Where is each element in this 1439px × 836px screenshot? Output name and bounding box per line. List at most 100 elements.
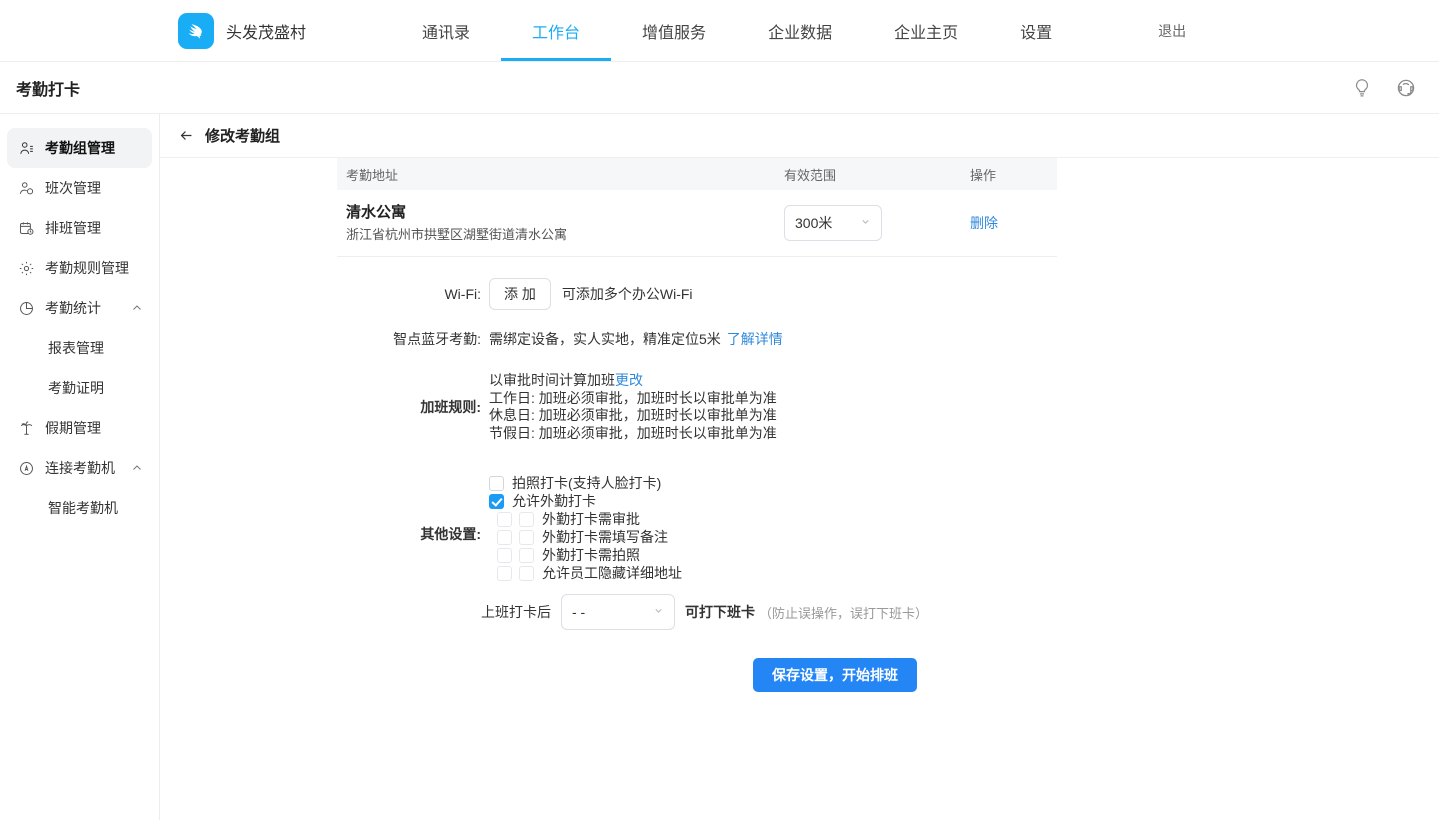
after-clockin-suffix: 可打下班卡 [685, 602, 755, 622]
app-header: 考勤打卡 [0, 62, 1439, 114]
brand-name: 头发茂盛村 [226, 19, 306, 43]
checkbox-allow-hide-address[interactable] [519, 566, 534, 581]
chevron-down-icon [860, 216, 871, 230]
sidebar-item-label: 连接考勤机 [45, 458, 130, 478]
action-cell: 删除 [970, 213, 1057, 233]
arrow-left-icon[interactable] [178, 127, 195, 144]
nav-item-workbench[interactable]: 工作台 [501, 0, 611, 61]
shift-icon [18, 180, 35, 197]
other-settings-label: 其他设置: [160, 474, 489, 630]
nav-item-contacts[interactable]: 通讯录 [391, 0, 501, 61]
device-icon [18, 460, 35, 477]
sidebar-item-label: 假期管理 [45, 418, 152, 438]
dingtalk-logo-icon [178, 13, 214, 49]
chevron-up-icon[interactable] [130, 301, 144, 315]
add-wifi-button[interactable]: 添 加 [489, 278, 551, 310]
overtime-line-1: 以审批时间计算加班更改 [489, 372, 777, 390]
overtime-line-1-text: 以审批时间计算加班 [489, 372, 615, 388]
other-settings-row: 其他设置: 拍照打卡(支持人脸打卡) 允许外勤打卡 [160, 474, 1439, 630]
range-select[interactable]: 300米 [784, 205, 882, 241]
nav-item-value-added[interactable]: 增值服务 [611, 0, 737, 61]
sidebar-item-attendance-group[interactable]: 考勤组管理 [7, 128, 152, 168]
overtime-change-link[interactable]: 更改 [615, 372, 643, 388]
bluetooth-row: 智点蓝牙考勤: 需绑定设备，实人实地，精准定位5米 了解详情 [160, 323, 1439, 355]
checkbox-label: 拍照打卡(支持人脸打卡) [512, 473, 661, 493]
after-clockin-row: 上班打卡后 - - 可打下班卡 （防止误操作，误打下班卡） [481, 594, 928, 630]
nav-item-enterprise-data[interactable]: 企业数据 [737, 0, 863, 61]
checkbox-label: 允许外勤打卡 [512, 491, 596, 511]
wifi-hint: 可添加多个办公Wi-Fi [562, 284, 693, 304]
checkbox-tree-marker [497, 566, 512, 581]
checkbox-row-field-needs-approval: 外勤打卡需审批 [489, 510, 682, 528]
checkbox-row-allow-field-clockin: 允许外勤打卡 [489, 492, 682, 510]
table-header-address: 考勤地址 [337, 165, 784, 184]
sidebar-item-shift[interactable]: 班次管理 [7, 168, 152, 208]
chevron-down-icon [653, 605, 664, 619]
pie-chart-icon [18, 300, 35, 317]
after-clockin-note: （防止误操作，误打下班卡） [759, 603, 928, 622]
checkbox-row-field-needs-remark: 外勤打卡需填写备注 [489, 528, 682, 546]
header-icons [1351, 77, 1417, 99]
after-clockin-select[interactable]: - - [561, 594, 675, 630]
main-panel: 修改考勤组 考勤地址 有效范围 操作 清水公寓 浙江省杭州市拱墅区湖墅街道清水公… [160, 114, 1439, 820]
overtime-label: 加班规则: [160, 372, 489, 442]
gear-icon [18, 260, 35, 277]
schedule-icon [18, 220, 35, 237]
sidebar-item-vacation[interactable]: 假期管理 [7, 408, 152, 448]
nav-item-settings[interactable]: 设置 [989, 0, 1083, 61]
attendance-group-icon [18, 140, 35, 157]
checkbox-row-allow-hide-address: 允许员工隐藏详细地址 [489, 564, 682, 582]
other-settings-checkboxes: 拍照打卡(支持人脸打卡) 允许外勤打卡 外勤打卡需审批 [489, 474, 682, 582]
footer: 国内首家通过 ISO27001:2013 信息安全认证 帮助中心 | 钉钉公约 … [0, 820, 1439, 836]
overtime-body: 以审批时间计算加班更改 工作日: 加班必须审批，加班时长以审批单为准 休息日: … [489, 372, 1439, 442]
checkbox-field-needs-remark[interactable] [519, 530, 534, 545]
checkbox-field-needs-approval[interactable] [519, 512, 534, 527]
sidebar: 考勤组管理 班次管理 排班管理 [0, 114, 160, 820]
after-clockin-select-value: - - [572, 604, 585, 620]
sidebar-item-attendance-stats[interactable]: 考勤统计 [7, 288, 152, 328]
address-detail: 浙江省杭州市拱墅区湖墅街道清水公寓 [346, 225, 784, 244]
sidebar-item-label: 考勤统计 [45, 298, 130, 318]
chevron-up-icon[interactable] [130, 461, 144, 475]
nav-item-enterprise-home[interactable]: 企业主页 [863, 0, 989, 61]
breadcrumb-title: 修改考勤组 [205, 125, 280, 146]
lightbulb-icon[interactable] [1351, 77, 1373, 99]
table-header-row: 考勤地址 有效范围 操作 [337, 158, 1057, 190]
sidebar-item-connect-device[interactable]: 连接考勤机 [7, 448, 152, 488]
range-cell: 300米 [784, 205, 970, 241]
headset-icon[interactable] [1395, 77, 1417, 99]
sidebar-item-schedule[interactable]: 排班管理 [7, 208, 152, 248]
checkbox-tree-marker [497, 512, 512, 527]
sidebar-item-label: 班次管理 [45, 178, 152, 198]
delete-address-link[interactable]: 删除 [970, 215, 998, 231]
table-row: 清水公寓 浙江省杭州市拱墅区湖墅街道清水公寓 300米 [337, 190, 1057, 257]
sidebar-item-attendance-rules[interactable]: 考勤规则管理 [7, 248, 152, 288]
page-title: 考勤打卡 [16, 76, 80, 100]
checkbox-row-photo-clockin: 拍照打卡(支持人脸打卡) [489, 474, 682, 492]
attendance-address-table: 考勤地址 有效范围 操作 清水公寓 浙江省杭州市拱墅区湖墅街道清水公寓 300米 [337, 158, 1057, 257]
checkbox-field-needs-photo[interactable] [519, 548, 534, 563]
checkbox-row-field-needs-photo: 外勤打卡需拍照 [489, 546, 682, 564]
save-row: 保存设置，开始排班 [160, 658, 1439, 692]
brand: 头发茂盛村 [0, 0, 306, 61]
sidebar-item-label: 考勤组管理 [45, 138, 152, 158]
sidebar-item-smart-device[interactable]: 智能考勤机 [0, 488, 159, 528]
overtime-row: 加班规则: 以审批时间计算加班更改 工作日: 加班必须审批，加班时长以审批单为准… [160, 372, 1439, 442]
sidebar-item-report-management[interactable]: 报表管理 [0, 328, 159, 368]
top-navigation-bar: 头发茂盛村 通讯录 工作台 增值服务 企业数据 企业主页 设置 退出 [0, 0, 1439, 62]
checkbox-photo-clockin[interactable] [489, 476, 504, 491]
palm-tree-icon [18, 420, 35, 437]
content-area: 考勤地址 有效范围 操作 清水公寓 浙江省杭州市拱墅区湖墅街道清水公寓 300米 [160, 158, 1439, 820]
sidebar-item-label: 考勤规则管理 [45, 258, 152, 278]
overtime-line-4: 节假日: 加班必须审批，加班时长以审批单为准 [489, 425, 777, 443]
checkbox-allow-field-clockin[interactable] [489, 494, 504, 509]
table-header-range: 有效范围 [784, 165, 970, 184]
checkbox-label: 允许员工隐藏详细地址 [542, 563, 682, 583]
save-spacer [160, 658, 753, 692]
save-button[interactable]: 保存设置，开始排班 [753, 658, 917, 692]
sidebar-item-attendance-certificate[interactable]: 考勤证明 [0, 368, 159, 408]
wifi-row: Wi-Fi: 添 加 可添加多个办公Wi-Fi [160, 278, 1439, 310]
bluetooth-learn-more-link[interactable]: 了解详情 [727, 329, 783, 349]
logout-button[interactable]: 退出 [1127, 0, 1217, 61]
overtime-line-3: 休息日: 加班必须审批，加班时长以审批单为准 [489, 407, 777, 425]
